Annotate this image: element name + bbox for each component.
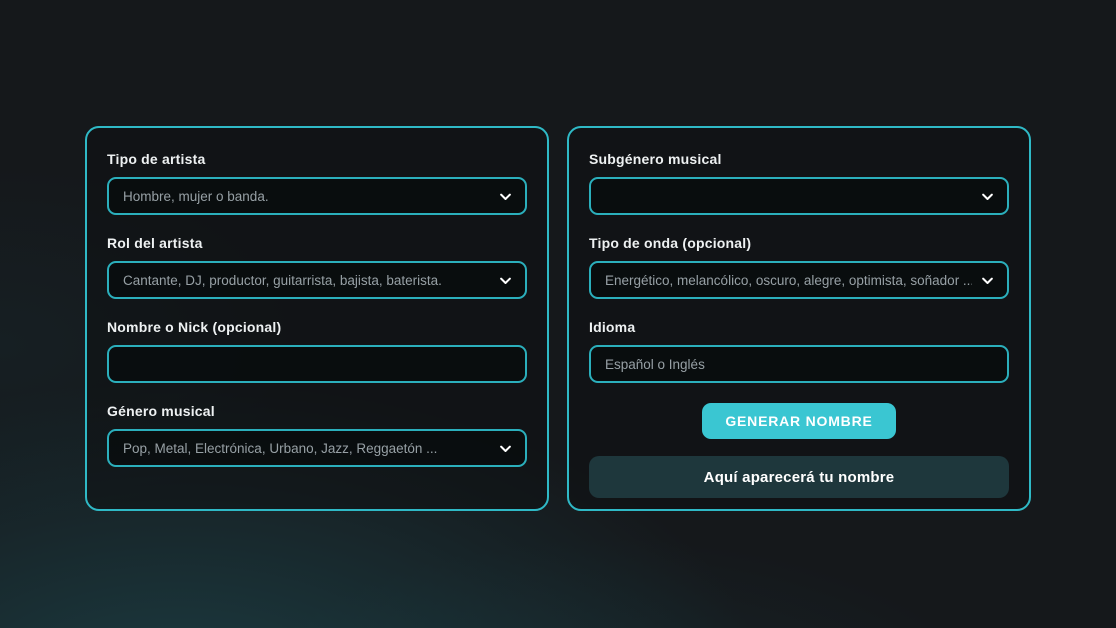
language-input[interactable]: [589, 345, 1009, 383]
subgenre-group: Subgénero musical: [589, 151, 1009, 215]
form-panels: Tipo de artista Hombre, mujer o banda. R…: [85, 126, 1031, 511]
genre-placeholder: Pop, Metal, Electrónica, Urbano, Jazz, R…: [123, 441, 490, 456]
nickname-group: Nombre o Nick (opcional): [107, 319, 527, 383]
chevron-down-icon: [498, 273, 513, 288]
artist-role-group: Rol del artista Cantante, DJ, productor,…: [107, 235, 527, 299]
artist-role-select[interactable]: Cantante, DJ, productor, guitarrista, ba…: [107, 261, 527, 299]
chevron-down-icon: [498, 441, 513, 456]
artist-type-placeholder: Hombre, mujer o banda.: [123, 189, 490, 204]
artist-type-group: Tipo de artista Hombre, mujer o banda.: [107, 151, 527, 215]
chevron-down-icon: [980, 189, 995, 204]
result-box: Aquí aparecerá tu nombre: [589, 456, 1009, 498]
nickname-label: Nombre o Nick (opcional): [107, 319, 527, 335]
style-output-panel: Subgénero musical Tipo de onda (opcional…: [567, 126, 1031, 511]
chevron-down-icon: [980, 273, 995, 288]
chevron-down-icon: [498, 189, 513, 204]
nickname-input[interactable]: [107, 345, 527, 383]
genre-label: Género musical: [107, 403, 527, 419]
vibe-placeholder: Energético, melancólico, oscuro, alegre,…: [605, 273, 972, 288]
subgenre-select[interactable]: [589, 177, 1009, 215]
language-label: Idioma: [589, 319, 1009, 335]
artist-details-panel: Tipo de artista Hombre, mujer o banda. R…: [85, 126, 549, 511]
genre-select[interactable]: Pop, Metal, Electrónica, Urbano, Jazz, R…: [107, 429, 527, 467]
artist-type-label: Tipo de artista: [107, 151, 527, 167]
genre-group: Género musical Pop, Metal, Electrónica, …: [107, 403, 527, 467]
artist-role-placeholder: Cantante, DJ, productor, guitarrista, ba…: [123, 273, 490, 288]
artist-type-select[interactable]: Hombre, mujer o banda.: [107, 177, 527, 215]
subgenre-label: Subgénero musical: [589, 151, 1009, 167]
vibe-label: Tipo de onda (opcional): [589, 235, 1009, 251]
artist-role-label: Rol del artista: [107, 235, 527, 251]
vibe-select[interactable]: Energético, melancólico, oscuro, alegre,…: [589, 261, 1009, 299]
language-group: Idioma: [589, 319, 1009, 383]
vibe-group: Tipo de onda (opcional) Energético, mela…: [589, 235, 1009, 299]
generate-name-button[interactable]: GENERAR NOMBRE: [702, 403, 895, 439]
